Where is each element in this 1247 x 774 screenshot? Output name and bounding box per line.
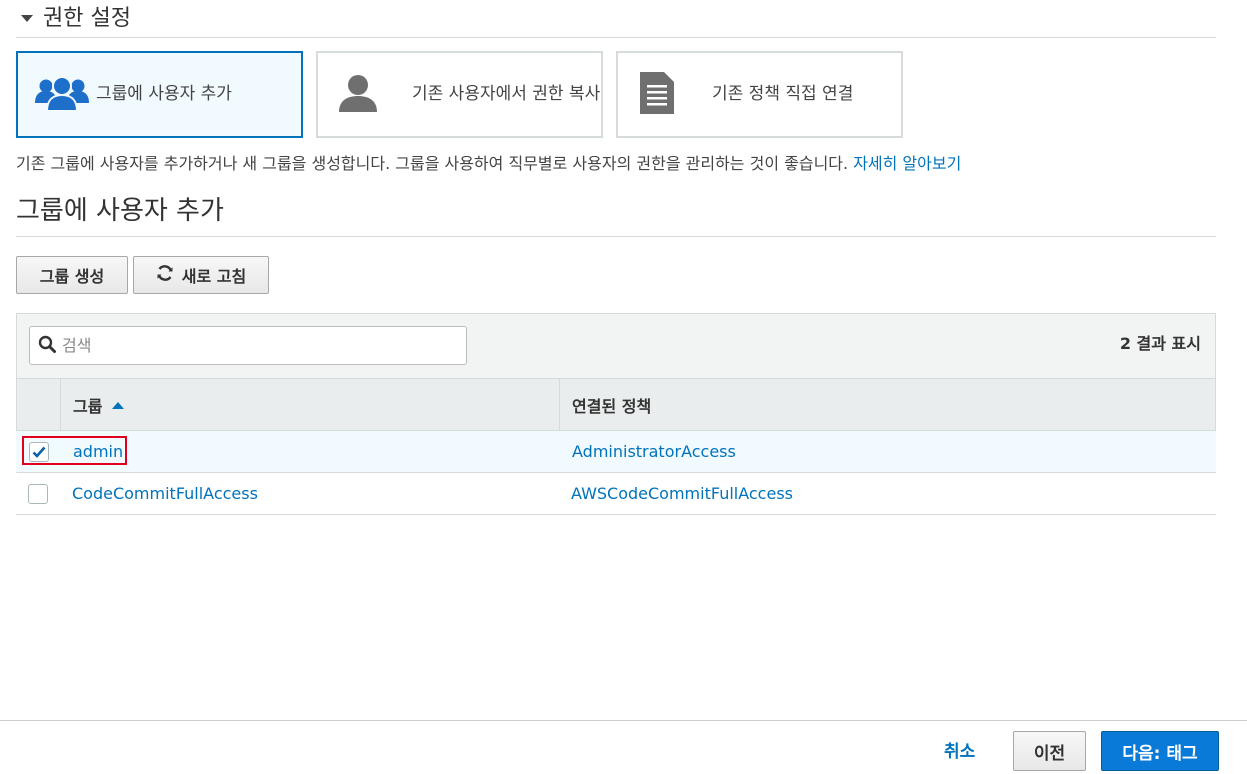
column-header-group-label: 그룹 — [73, 396, 103, 416]
column-header-group[interactable]: 그룹 — [61, 379, 560, 430]
subsection-title: 그룹에 사용자 추가 — [16, 196, 224, 226]
group-name-link[interactable]: CodeCommitFullAccess — [60, 484, 559, 503]
users-group-icon — [34, 73, 90, 117]
create-group-label: 그룹 생성 — [39, 267, 105, 286]
header-checkbox-cell — [17, 379, 61, 430]
option-label: 기존 사용자에서 권한 복사 — [412, 84, 601, 104]
user-icon — [338, 73, 378, 117]
search-input[interactable] — [62, 336, 442, 355]
permissions-section-header[interactable]: 권한 설정 — [16, 0, 1216, 38]
sort-ascending-icon — [112, 402, 125, 409]
refresh-label: 새로 고침 — [181, 267, 247, 286]
previous-button[interactable]: 이전 — [1013, 731, 1086, 771]
description-body: 기존 그룹에 사용자를 추가하거나 새 그룹을 생성합니다. 그룹을 사용하여 … — [16, 154, 854, 173]
previous-label: 이전 — [1033, 743, 1066, 764]
policy-link[interactable]: AWSCodeCommitFullAccess — [559, 484, 1216, 503]
caret-down-icon[interactable] — [21, 15, 33, 22]
option-add-to-group[interactable]: 그룹에 사용자 추가 — [16, 51, 303, 138]
next-label: 다음: 태그 — [1122, 743, 1198, 764]
groups-table: 2 결과 표시 그룹 연결된 정책 admin AdministratorAcc… — [16, 313, 1216, 515]
create-group-button[interactable]: 그룹 생성 — [16, 256, 128, 294]
table-header: 그룹 연결된 정책 — [16, 378, 1216, 431]
column-header-policy[interactable]: 연결된 정책 — [560, 379, 1215, 430]
refresh-button[interactable]: 새로 고침 — [133, 256, 269, 294]
row-checkbox[interactable] — [28, 483, 48, 504]
option-label: 기존 정책 직접 연결 — [712, 84, 854, 104]
wizard-footer: 취소 이전 다음: 태그 — [0, 720, 1247, 774]
table-row[interactable]: CodeCommitFullAccess AWSCodeCommitFullAc… — [16, 473, 1216, 515]
learn-more-link[interactable]: 자세히 알아보기 — [853, 154, 961, 173]
option-copy-permissions[interactable]: 기존 사용자에서 권한 복사 — [316, 51, 603, 138]
cancel-button[interactable]: 취소 — [944, 737, 975, 762]
table-row[interactable]: admin AdministratorAccess — [16, 431, 1216, 473]
option-attach-policies[interactable]: 기존 정책 직접 연결 — [616, 51, 903, 138]
search-box[interactable] — [29, 326, 467, 365]
option-label: 그룹에 사용자 추가 — [96, 84, 232, 104]
policy-link[interactable]: AdministratorAccess — [560, 442, 1216, 461]
result-count: 2 결과 표시 — [1119, 334, 1201, 353]
row-checkbox[interactable] — [29, 441, 49, 462]
refresh-icon — [156, 264, 174, 286]
group-name-link[interactable]: admin — [61, 442, 560, 461]
search-icon — [38, 335, 56, 357]
description-text: 기존 그룹에 사용자를 추가하거나 새 그룹을 생성합니다. 그룹을 사용하여 … — [16, 150, 961, 174]
row-checkbox-cell — [17, 441, 61, 462]
section-title: 권한 설정 — [43, 5, 131, 31]
column-header-policy-label: 연결된 정책 — [572, 396, 652, 416]
add-to-group-header: 그룹에 사용자 추가 — [16, 190, 1216, 237]
row-checkbox-cell — [16, 483, 60, 504]
checkmark-icon — [32, 446, 46, 458]
next-tags-button[interactable]: 다음: 태그 — [1101, 731, 1219, 771]
table-toolbar: 2 결과 표시 — [16, 313, 1216, 378]
document-icon — [638, 70, 676, 120]
